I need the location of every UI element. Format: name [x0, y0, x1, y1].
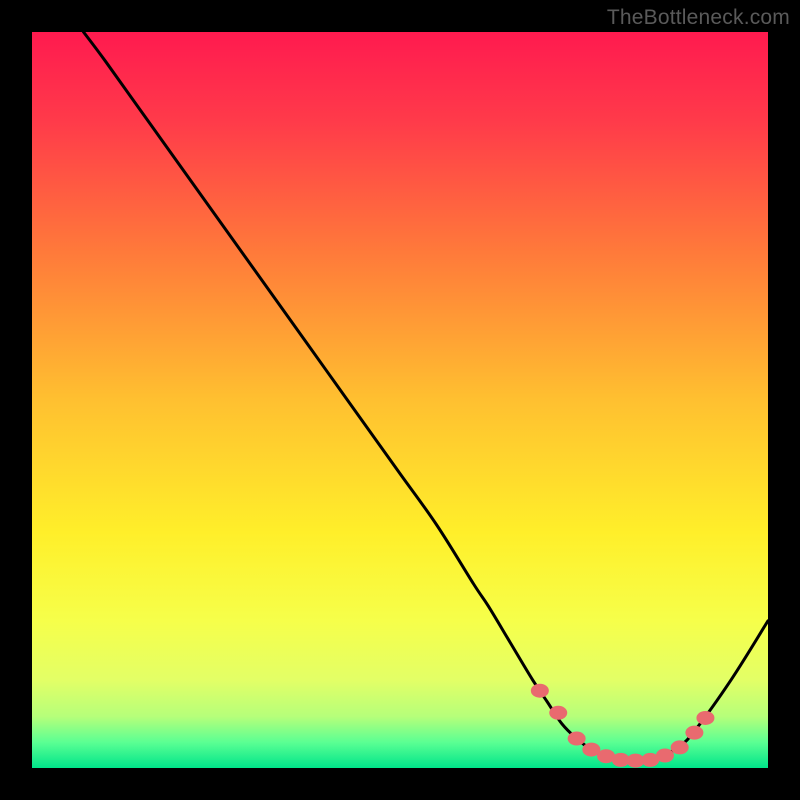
marker-dot	[549, 706, 567, 720]
gradient-background	[32, 32, 768, 768]
marker-dot	[568, 732, 586, 746]
chart-frame: TheBottleneck.com	[0, 0, 800, 800]
watermark-label: TheBottleneck.com	[607, 6, 790, 30]
marker-dot	[685, 726, 703, 740]
marker-dot	[696, 711, 714, 725]
bottleneck-chart-svg	[32, 32, 768, 768]
marker-dot	[531, 684, 549, 698]
marker-dot	[671, 740, 689, 754]
marker-dot	[656, 748, 674, 762]
plot-area	[32, 32, 768, 768]
